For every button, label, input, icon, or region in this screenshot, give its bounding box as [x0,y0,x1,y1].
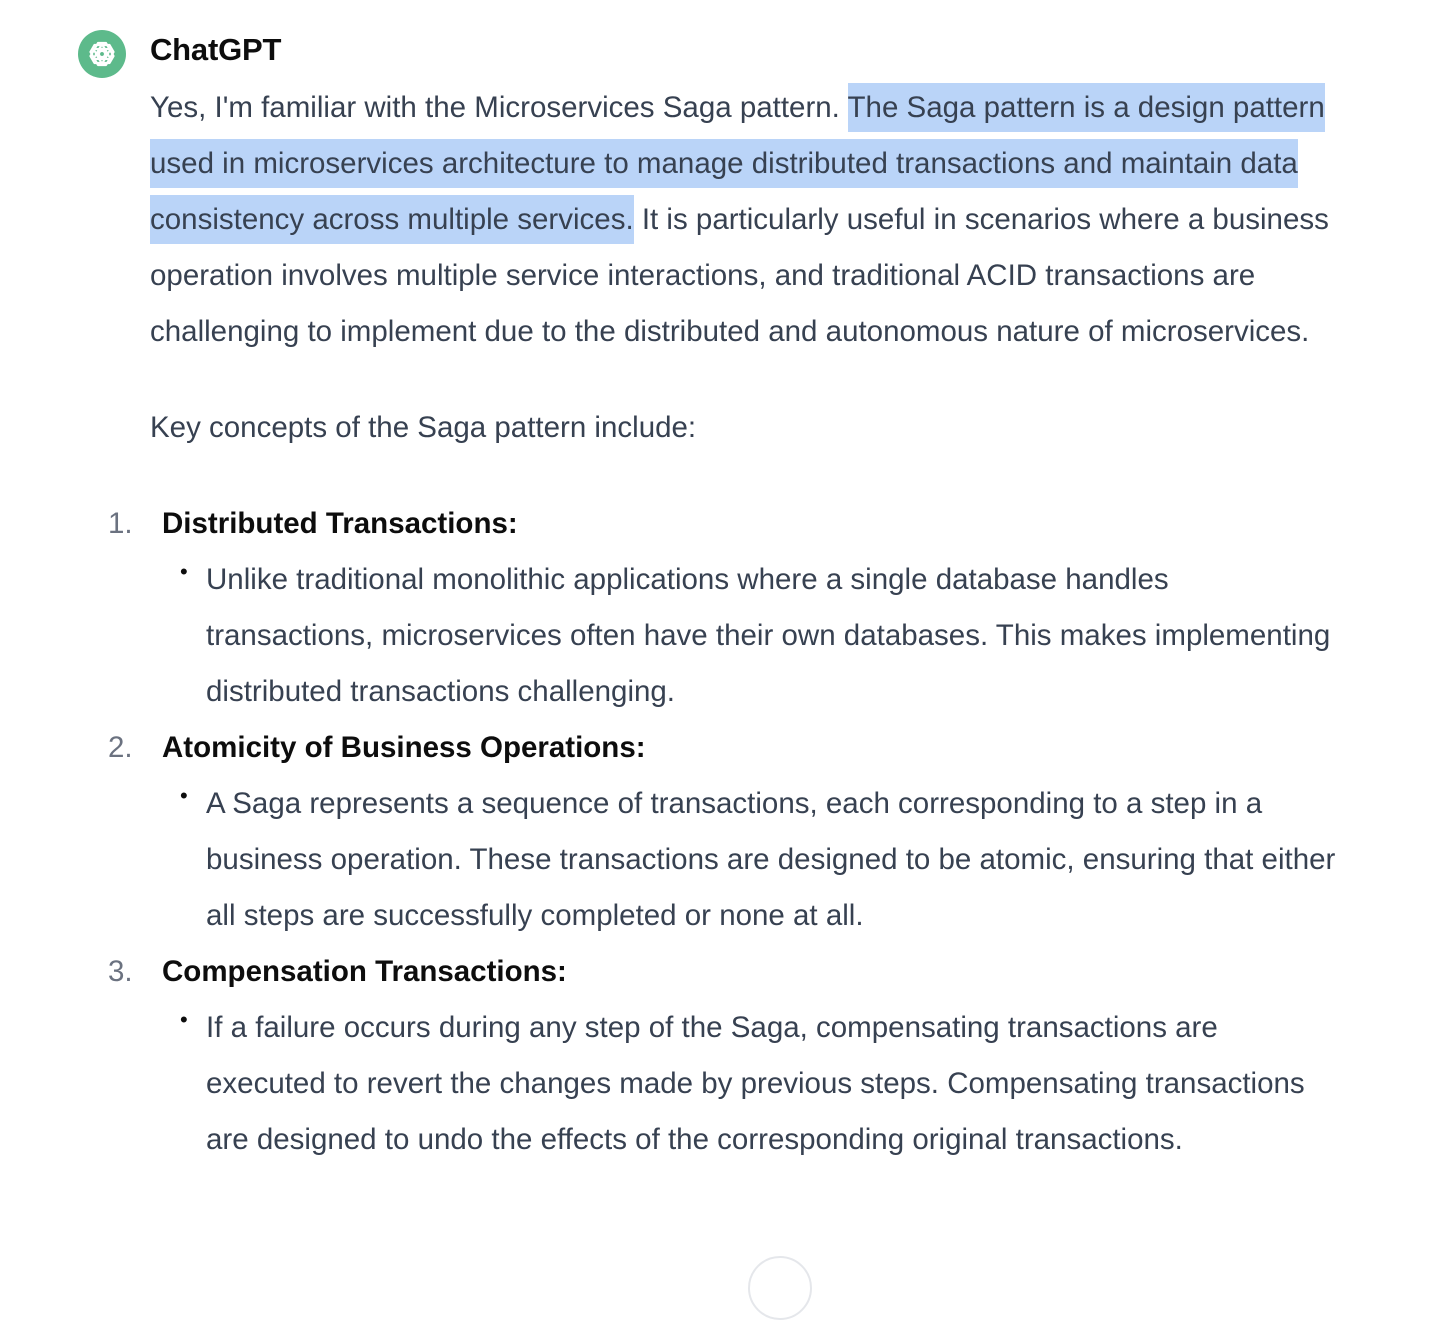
bullet-text: Unlike traditional monolithic applicatio… [206,563,1331,708]
list-item: 3. Compensation Transactions: • If a fai… [108,944,1338,1168]
concept-points: • A Saga represents a sequence of transa… [162,776,1338,944]
concepts-list: 1. Distributed Transactions: • Unlike tr… [108,496,1338,1168]
message-content[interactable]: Yes, I'm familiar with the Microservices… [108,80,1380,1168]
list-item: 1. Distributed Transactions: • Unlike tr… [108,496,1338,720]
concept-points: • Unlike traditional monolithic applicat… [162,552,1338,720]
list-number: 1. [108,507,133,540]
avatar [78,30,126,78]
bullet-item: • If a failure occurs during any step of… [162,1000,1338,1168]
list-item: 2. Atomicity of Business Operations: • A… [108,720,1338,944]
bullet-text: A Saga represents a sequence of transact… [206,787,1336,932]
list-number: 3. [108,955,133,988]
concept-term: Atomicity of Business Operations: [162,731,646,764]
concept-term: Distributed Transactions: [162,507,518,540]
scroll-down-button[interactable] [748,1256,812,1320]
bullet-icon: • [180,783,188,808]
bullet-icon: • [180,1007,188,1032]
lead-paragraph: Key concepts of the Saga pattern include… [150,411,697,444]
openai-logo-icon [89,41,115,67]
intro-text-before: Yes, I'm familiar with the Microservices… [150,91,848,124]
message-author: ChatGPT [150,32,282,67]
list-number: 2. [108,731,133,764]
concept-points: • If a failure occurs during any step of… [162,1000,1338,1168]
intro-paragraph[interactable]: Yes, I'm familiar with the Microservices… [150,80,1380,360]
bullet-item: • A Saga represents a sequence of transa… [162,776,1338,944]
bullet-item: • Unlike traditional monolithic applicat… [162,552,1338,720]
bullet-text: If a failure occurs during any step of t… [206,1011,1305,1156]
bullet-icon: • [180,559,188,584]
concept-term: Compensation Transactions: [162,955,567,988]
